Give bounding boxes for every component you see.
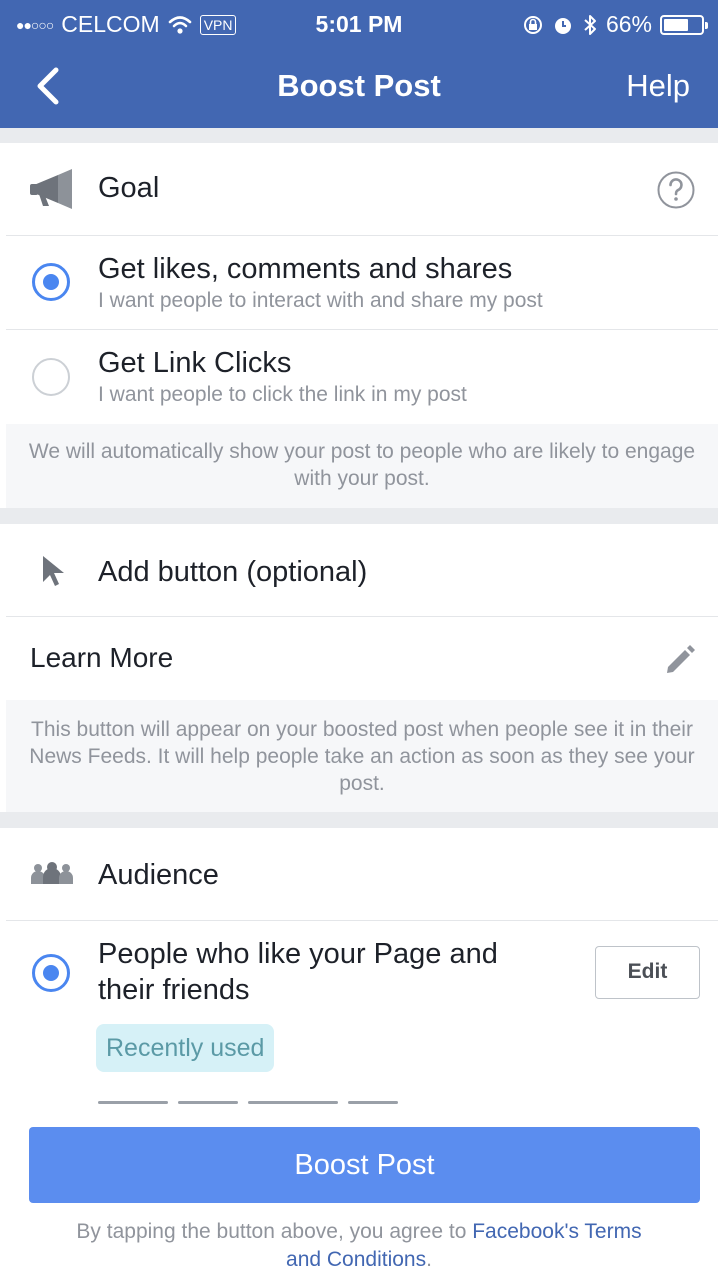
radio-audience[interactable] [32, 954, 70, 992]
megaphone-icon [30, 169, 72, 209]
option-subtitle: I want people to interact with and share… [98, 289, 543, 312]
button-selection-row[interactable]: Learn More [0, 617, 718, 700]
boost-post-button[interactable]: Boost Post [29, 1127, 700, 1203]
pencil-icon[interactable] [664, 643, 696, 675]
section-divider [0, 508, 718, 524]
section-divider [0, 128, 718, 143]
option-title: Get Link Clicks [98, 347, 292, 379]
battery-icon [660, 14, 708, 35]
section-divider [0, 812, 718, 828]
audience-title: Audience [98, 859, 219, 891]
edit-audience-button[interactable]: Edit [595, 946, 700, 999]
audience-option-line1: People who like your Page and [98, 938, 498, 970]
audience-option-line2: their friends [98, 974, 250, 1006]
add-button-header: Add button (optional) [0, 524, 718, 616]
goal-title: Goal [98, 172, 160, 204]
cursor-icon [43, 556, 64, 586]
add-button-info-text: This button will appear on your boosted … [6, 700, 718, 812]
goal-option-link-clicks[interactable]: Get Link Clicks I want people to click t… [0, 330, 718, 424]
battery-level [664, 18, 688, 31]
option-title: Get likes, comments and shares [98, 253, 513, 285]
audience-header: Audience [0, 828, 718, 920]
conditions-link[interactable]: and Conditions [286, 1248, 426, 1271]
add-button-title: Add button (optional) [98, 556, 368, 588]
goal-option-engagement[interactable]: Get likes, comments and shares I want pe… [0, 236, 718, 329]
recently-used-badge: Recently used [96, 1024, 275, 1072]
alarm-icon [554, 17, 571, 34]
navigation-bar: Boost Post Help [0, 50, 718, 128]
help-circle-icon[interactable] [657, 171, 695, 209]
status-bar: ●●○○○ CELCOM VPN 5:01 PM 66% [0, 0, 718, 50]
people-icon [31, 862, 73, 884]
option-subtitle: I want people to click the link in my po… [98, 383, 467, 406]
radio-engagement[interactable] [32, 263, 70, 301]
radio-link-clicks[interactable] [32, 358, 70, 396]
help-button[interactable]: Help [626, 68, 690, 104]
rotation-lock-icon [523, 15, 542, 34]
goal-header: Goal [0, 143, 718, 235]
terms-link[interactable]: Facebook's Terms [472, 1220, 641, 1243]
terms-text: By tapping the button above, you agree t… [76, 1220, 642, 1271]
goal-info-text: We will automatically show your post to … [6, 424, 718, 508]
bluetooth-icon [584, 14, 596, 35]
page-title: Boost Post [277, 68, 441, 103]
battery-percent: 66% [605, 11, 652, 37]
selected-button-label: Learn More [30, 642, 174, 673]
